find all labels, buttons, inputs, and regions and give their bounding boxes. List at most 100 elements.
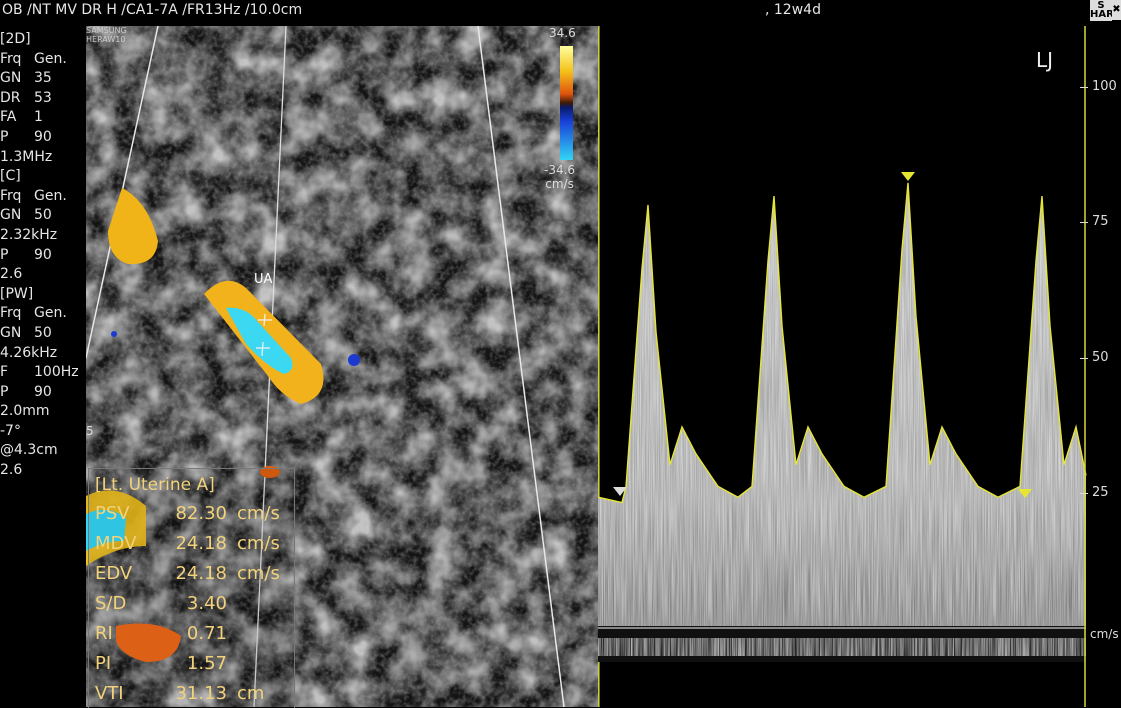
param-key: 1.3MHz [0,148,53,165]
measurement-row: PI 1.57 [95,653,237,674]
param-row: P 90 [0,383,86,403]
measurement-label: MDV [95,533,137,554]
vessel-label: UA [254,272,273,287]
param-row: 2.6 [0,461,86,481]
color-velocity-bar [560,46,573,160]
color-scale-bottom: -34.6 cm/s [544,163,575,191]
param-row: GN 50 [0,324,86,344]
param-row: -7° [0,422,86,442]
velocity-unit-label: cm/s [1090,627,1119,641]
param-key: [C] [0,168,21,185]
velocity-tick-mark [1080,492,1088,494]
param-key: Frq [0,305,22,322]
param-value: 90 [34,128,52,145]
measurement-value: 24.18 [175,563,227,584]
measurement-row: PSV 82.30 cm/s [95,503,280,524]
param-value: 90 [34,383,52,400]
param-row: FA 1 [0,108,86,128]
color-scale-min: -34.6 [544,163,576,177]
param-row: 2.0mm [0,402,86,422]
param-key: -7° [0,422,21,439]
param-row: Frq Gen. [0,304,86,324]
param-key: F [0,364,9,381]
param-row: @4.3cm [0,441,86,461]
param-row: P 90 [0,246,86,266]
param-value: 50 [34,207,52,224]
param-key: P [0,128,9,145]
measurement-value: 0.71 [186,623,227,644]
param-row: [PW] [0,285,86,305]
measurement-label: RI [95,623,113,644]
param-row: [2D] [0,30,86,50]
param-value: 100Hz [34,364,79,381]
velocity-tick-label: 100 [1092,79,1117,94]
measurement-unit: cm/s [237,503,280,524]
close-icon[interactable]: ✖ [1112,0,1121,20]
param-key: 4.26kHz [0,344,58,361]
measurement-row: EDV 24.18 cm/s [95,563,280,584]
param-key: P [0,383,9,400]
measurement-row: S/D 3.40 [95,593,237,614]
param-row: Frq Gen. [0,187,86,207]
param-key: GN [0,324,22,341]
measurement-row: RI 0.71 [95,623,237,644]
measurement-title: [Lt. Uterine A] [95,475,215,495]
param-row: GN 50 [0,206,86,226]
param-row: F 100Hz [0,363,86,383]
velocity-tick-mark [1080,87,1088,88]
measurement-value: 1.57 [186,653,227,674]
velocity-tick-label: 75 [1092,214,1109,230]
velocity-tick-label: 50 [1092,349,1109,365]
measurement-label: S/D [95,593,127,614]
param-key: P [0,246,9,263]
param-value: 35 [34,70,52,87]
param-value: 53 [34,89,52,106]
param-key: DR [0,89,21,106]
velocity-tick-label: 25 [1092,484,1109,500]
param-value: Gen. [34,187,67,204]
spectral-doppler-panel[interactable] [598,26,1088,707]
measurement-unit: cm/s [237,533,280,554]
param-key: Frq [0,187,22,204]
param-row: [C] [0,167,86,187]
imaging-parameters-panel: [2D] Frq Gen. GN 35 DR 53 FA 1 P 90 1.3MHz [C] Frq Gen… [0,30,86,481]
measurement-value: 3.40 [186,593,227,614]
measurement-value: 24.18 [175,533,227,554]
velocity-tick-mark [1080,357,1088,359]
param-key: [PW] [0,285,34,302]
flow-dot-blue [348,354,360,366]
param-key: GN [0,207,22,224]
brand-watermark: SAMSUNG HERAW10 [86,26,127,44]
param-row: GN 35 [0,69,86,89]
param-row: 2.32kHz [0,226,86,246]
har-toggle-button[interactable]: S HAR [1090,0,1114,21]
measurement-label: PSV [95,503,130,524]
measurement-label: VTI [95,683,124,704]
param-key: 2.32kHz [0,226,58,243]
param-row: DR 53 [0,89,86,109]
top-status-bar: OB /NT MV DR H /CA1-7A /FR13Hz /10.0cm ,… [0,0,1121,24]
param-value: Gen. [34,50,67,67]
corner-label: LJ [1036,48,1054,72]
param-row: 4.26kHz [0,344,86,364]
measurement-panel: [Lt. Uterine A] PSV 82.30 cm/s MDV 24.18 cm/s… [88,468,295,708]
brand-line-1: SAMSUNG [86,26,127,35]
color-scale-unit: cm/s [545,177,574,191]
param-row: 1.3MHz [0,148,86,168]
color-scale-max: 34.6 [549,26,576,40]
measurement-unit: cm/s [237,563,280,584]
param-value: Gen. [34,305,67,322]
velocity-tick-mark [1080,222,1088,224]
flow-dot-blue-small [111,331,117,337]
param-value: 50 [34,324,52,341]
param-key: [2D] [0,31,31,47]
param-key: Frq [0,50,22,67]
brand-line-2: HERAW10 [86,35,126,44]
param-row: 2.6 [0,265,86,285]
measurement-value: 82.30 [175,503,227,524]
gestational-age-text: , 12w4d [765,2,821,18]
measurement-value: 31.13 [175,683,227,704]
param-row: Frq Gen. [0,50,86,70]
exam-settings-text: OB /NT MV DR H /CA1-7A /FR13Hz /10.0cm [2,2,303,18]
param-value: 90 [34,246,52,263]
